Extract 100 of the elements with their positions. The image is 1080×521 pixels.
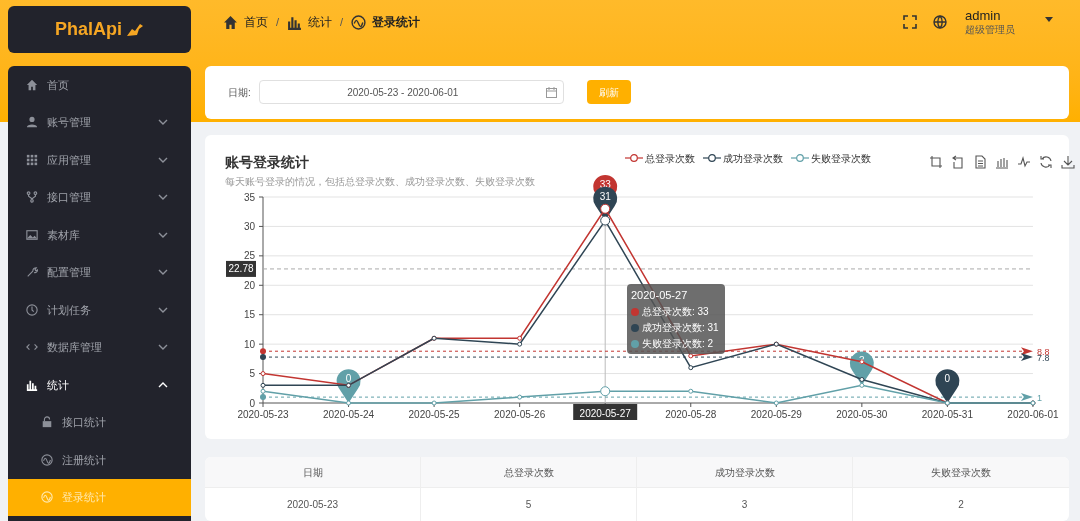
tooltip-line: 失败登录次数: 2 [642,337,714,352]
sidebar-item[interactable]: 素材库 [8,216,191,254]
table-cell-text: 2 [958,498,964,513]
sidebar-item[interactable]: 注册统计 [8,441,191,479]
axis-value-label: 22.78 [226,260,256,277]
axis-tick-label: 2020-05-25 [408,408,460,420]
axis-tick-label: 15 [243,309,255,320]
chart-title: 账号登录统计 [225,152,309,172]
data-point [600,203,611,214]
date-range-field[interactable]: 2020-05-23 - 2020-06-01 [258,80,564,105]
data-point [688,365,694,370]
annotation: 0 [345,372,352,384]
user-name[interactable]: admin [965,8,1015,25]
axis-tick-label: 35 [243,191,255,203]
chart-subtitle: 每天账号登录的情况，包括总登录次数、成功登录次数、失败登录次数 [225,174,535,189]
breadcrumb-link[interactable]: 登录统计 [372,13,421,32]
legend-item[interactable]: 失败登录次数 [811,150,871,166]
legend-line-icon [703,154,721,163]
document-icon[interactable] [973,154,987,169]
breadcrumb-link[interactable]: 统计 [308,13,333,32]
grid-icon [26,153,38,166]
axis-tick-label: 2020-05-24 [322,408,375,420]
legend-item[interactable]: 成功登录次数 [723,150,783,166]
zoom-reset-icon[interactable] [951,154,965,169]
sidebar-item[interactable]: 首页 [8,66,191,104]
arrowhead-drawing [1020,392,1033,401]
user-role: 超级管理员 [965,24,1015,37]
caret-icon[interactable] [1045,16,1053,22]
arrowhead-drawing [1020,352,1033,361]
user-icon [26,116,38,129]
axis-tick-label: 2020-05-31 [921,408,973,420]
branch-icon [26,191,38,204]
axis-tick-label: 2020-05-23 [237,408,289,420]
column-header: 失败登录次数 [931,465,991,480]
annotation: 0 [944,372,951,384]
sidebar-item[interactable]: 账号管理 [8,103,191,141]
sidebar-item[interactable]: 计划任务 [8,291,191,329]
axis-tick-label: 2020-05-29 [750,408,802,420]
column-header: 总登录次数 [503,465,554,480]
table-cell-text: 5 [525,498,532,513]
refresh-icon[interactable] [1039,154,1053,169]
sidebar-item[interactable]: 统计 [8,366,191,404]
sidebar-item[interactable]: 接口统计 [8,403,191,441]
line-chart-icon [351,14,367,30]
legend-line-icon [791,154,809,163]
sidebar-item[interactable]: 接口管理 [8,178,191,216]
wrench-icon [26,266,38,279]
table-cell-text: 3 [741,498,748,513]
data-point [773,400,779,406]
lock-icon [41,416,53,429]
sidebar-item[interactable]: 应用管理 [8,141,191,179]
value-pin: 0 [336,369,361,403]
tooltip-line: 总登录次数: 33 [642,305,709,320]
breadcrumb-link[interactable]: 首页 [244,13,268,32]
tooltip-title: 2020-05-27 [631,287,689,303]
value-pin: 0 [935,369,960,403]
clock-icon [26,303,38,316]
column-header: 日期 [302,465,323,480]
axis-tick-label: 5 [249,367,255,379]
bar-chart-icon [287,14,303,30]
axis-tick-label: 2020-05-26 [494,408,546,420]
zoom-icon[interactable] [929,154,943,169]
legend-item[interactable]: 总登录次数 [645,150,695,166]
data-point [260,370,266,376]
data-point [517,394,523,400]
image-icon [26,228,38,241]
line-chart-icon [41,453,53,466]
data-point [431,400,437,406]
data-point [600,386,611,397]
breadcrumb-separator: / [276,15,280,31]
axis-tick-label: 20 [243,279,255,291]
axis-tick-label: 10 [243,338,255,350]
annotation: 31 [599,190,612,202]
average-value-label: 1 [1036,392,1042,403]
tooltip-line: 成功登录次数: 31 [642,321,719,336]
data-point [688,353,694,359]
data-point [600,215,611,226]
axis-tick-label: 30 [243,220,255,232]
column-header: 成功登录次数 [714,465,775,480]
logo-text: PhalApi [55,18,122,41]
legend-line-icon [625,154,643,163]
table-cell-text: 2020-05-23 [286,498,339,513]
axis-tick-label: 0 [249,397,255,409]
fullscreen-icon[interactable] [903,15,917,30]
axis-tick-label: 2020-06-01 [1007,408,1059,420]
axis-tick-label: 2020-05-30 [836,408,888,420]
line-chart-icon [41,491,53,504]
date-label: 日期: [228,85,251,100]
breadcrumb-separator: / [340,15,344,31]
calendar-icon [545,86,557,98]
download-icon[interactable] [1061,154,1075,169]
sidebar-item[interactable]: 配置管理 [8,253,191,291]
axis-tick-label: 2020-05-28 [665,408,717,420]
bar-chart-icon [26,378,38,391]
home-icon [223,14,238,30]
x-tick-label: 2020-05-27 [579,407,632,419]
globe-icon[interactable] [933,15,947,30]
line-chart-icon[interactable] [1017,154,1031,169]
sidebar-item[interactable]: 数据库管理 [8,328,191,366]
data-point [859,359,865,365]
